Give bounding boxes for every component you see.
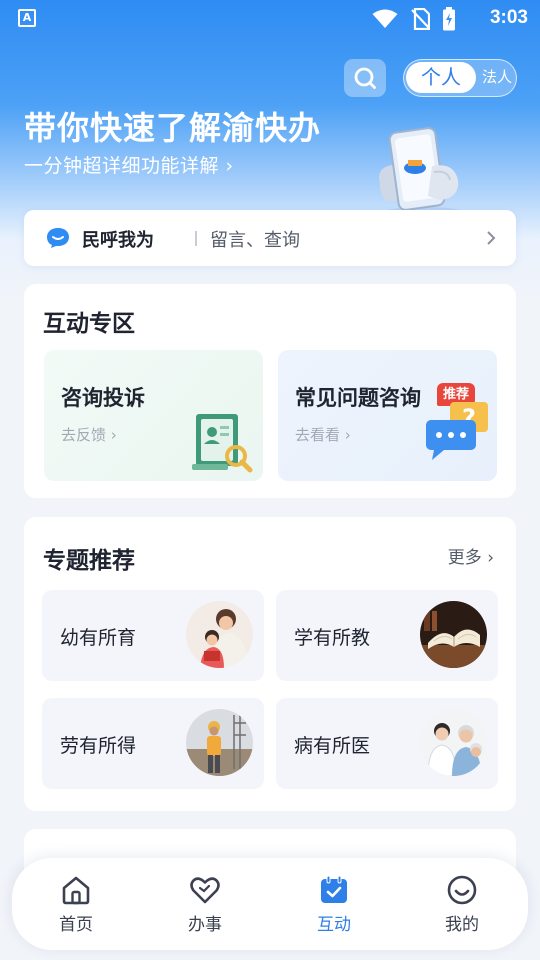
heart-icon <box>190 877 220 904</box>
document-search-icon <box>192 414 253 473</box>
clock: 3:03 <box>489 7 528 28</box>
tile-link[interactable]: 去反馈 › <box>61 424 117 445</box>
no-sim-icon <box>411 8 430 30</box>
status-bar: A 3:03 <box>0 0 540 36</box>
nav-mine[interactable]: 我的 <box>422 874 502 938</box>
phone-illustration <box>379 127 464 217</box>
mode-personal[interactable]: 个人 <box>406 62 476 93</box>
bottom-navigation: 首页 办事 互动 我的 <box>12 858 528 950</box>
nav-label: 互动 <box>317 915 351 935</box>
open-book-photo <box>420 601 487 668</box>
hero-subtitle-link[interactable]: 一分钟超详细功能详解 › <box>24 151 234 178</box>
interaction-zone-card: 互动专区 咨询投诉 去反馈 › 常见问题咨询 推荐 去看看 › ? <box>24 284 516 498</box>
calendar-icon <box>321 875 347 903</box>
chat-bubble-icon <box>47 228 69 248</box>
faq-tile[interactable]: 常见问题咨询 推荐 去看看 › ? <box>278 350 497 481</box>
notification-icon: A <box>18 9 36 27</box>
user-mode-switch[interactable]: 个人 法人 <box>403 59 517 97</box>
nav-services[interactable]: 办事 <box>165 874 245 938</box>
minhu-title: 民呼我为 <box>82 230 154 251</box>
topic-education[interactable]: 学有所教 <box>276 590 498 681</box>
featured-topics-card: 专题推荐 更多 › 幼有所育 学有所教 劳有所得 病有所医 <box>24 517 516 811</box>
smile-icon <box>447 875 477 905</box>
topic-employment[interactable]: 劳有所得 <box>42 698 264 789</box>
nav-interaction[interactable]: 互动 <box>294 874 374 938</box>
divider <box>195 231 197 246</box>
more-link[interactable]: 更多 › <box>448 543 494 568</box>
hero-title: 带你快速了解渝快办 <box>24 109 322 147</box>
topic-label: 病有所医 <box>294 735 371 757</box>
topic-label: 劳有所得 <box>60 735 137 757</box>
topic-label: 幼有所育 <box>60 627 137 649</box>
battery-charging-icon <box>443 7 455 31</box>
topic-label: 学有所教 <box>294 627 371 649</box>
doctor-elderly-photo <box>420 709 487 776</box>
tile-title: 常见问题咨询 <box>295 386 421 410</box>
nav-label: 办事 <box>188 915 222 935</box>
mode-corporate[interactable]: 法人 <box>480 60 514 95</box>
question-chat-icon: ? <box>426 402 488 460</box>
chevron-right-icon <box>487 231 496 245</box>
construction-worker-photo <box>186 709 253 776</box>
wifi-icon <box>372 9 398 28</box>
tile-title: 咨询投诉 <box>61 386 145 410</box>
tile-link[interactable]: 去看看 › <box>295 424 351 445</box>
topic-childcare[interactable]: 幼有所育 <box>42 590 264 681</box>
minhu-description: 留言、查询 <box>210 230 300 251</box>
home-icon <box>62 876 90 905</box>
search-button[interactable] <box>344 59 386 97</box>
section-title-topics: 专题推荐 <box>43 548 135 574</box>
nav-home[interactable]: 首页 <box>36 874 116 938</box>
nav-label: 我的 <box>445 915 479 935</box>
consult-complaint-tile[interactable]: 咨询投诉 去反馈 › <box>44 350 263 481</box>
section-title-interaction: 互动专区 <box>43 311 135 337</box>
nav-label: 首页 <box>59 915 93 935</box>
search-icon <box>354 67 376 89</box>
topic-healthcare[interactable]: 病有所医 <box>276 698 498 789</box>
minhu-entry-bar[interactable]: 民呼我为 留言、查询 <box>24 210 516 266</box>
mother-child-photo <box>186 601 253 668</box>
